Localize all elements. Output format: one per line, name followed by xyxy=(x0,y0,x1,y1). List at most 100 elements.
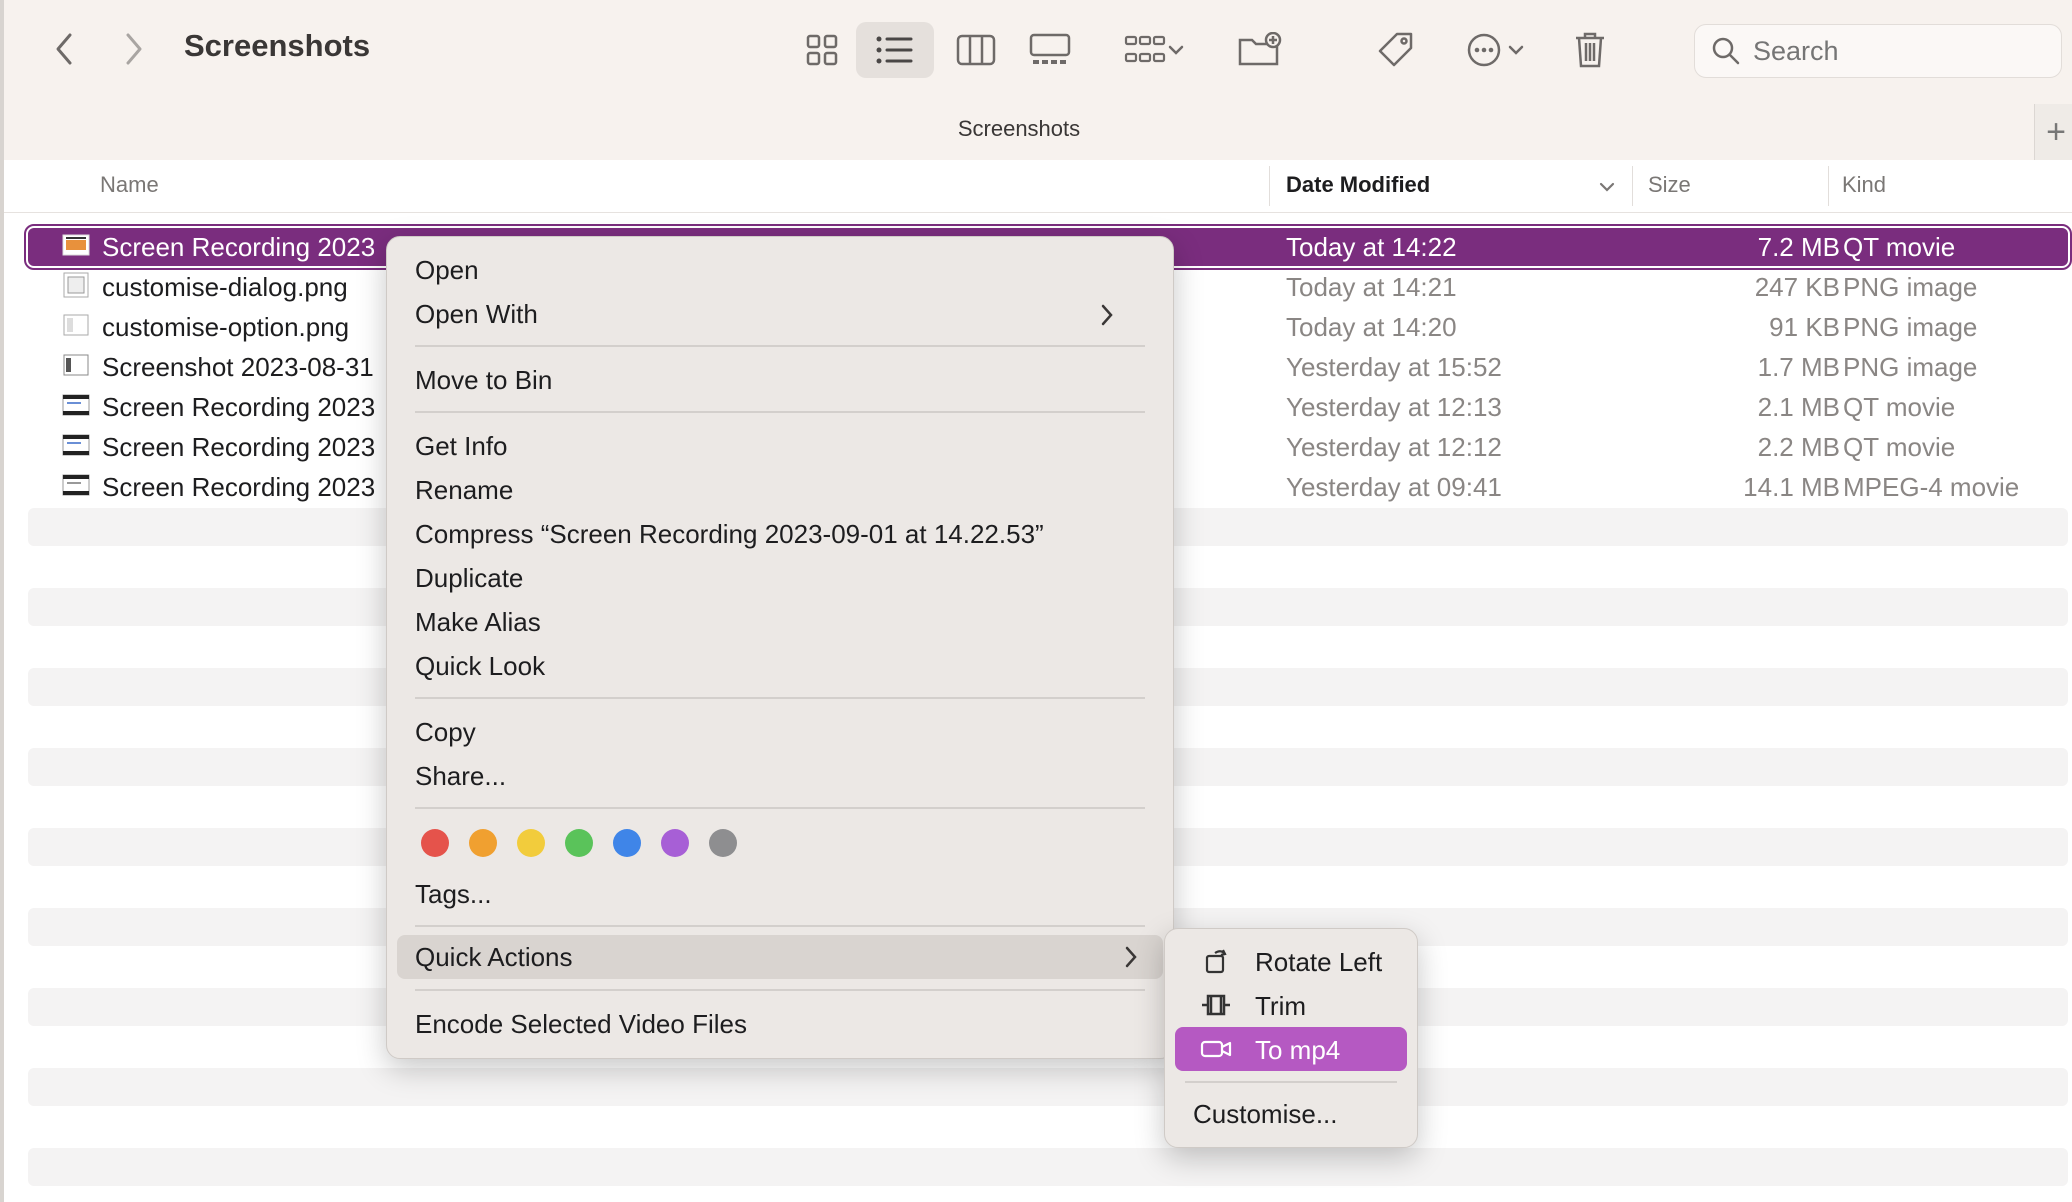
chevron-down-icon xyxy=(1508,45,1524,55)
search-field[interactable] xyxy=(1694,24,2062,78)
new-folder-icon xyxy=(1238,32,1282,66)
menu-separator xyxy=(415,989,1145,991)
tag-yellow-dot[interactable] xyxy=(517,829,545,857)
menu-item-duplicate[interactable]: Duplicate xyxy=(415,563,523,594)
empty-row xyxy=(28,1068,2068,1106)
chevron-right-icon xyxy=(1101,304,1113,326)
tag-purple-dot[interactable] xyxy=(661,829,689,857)
column-divider[interactable] xyxy=(1632,166,1633,206)
trim-icon xyxy=(1202,994,1230,1016)
group-grid-icon xyxy=(1124,35,1166,63)
menu-item-copy[interactable]: Copy xyxy=(415,717,476,748)
menu-item-customise[interactable]: Customise... xyxy=(1165,1091,1419,1135)
image-file-icon xyxy=(63,314,89,336)
file-name: Screen Recording 2023 xyxy=(102,472,376,502)
menu-item-label: Rotate Left xyxy=(1255,947,1383,977)
menu-item-open[interactable]: Open xyxy=(415,255,479,286)
menu-item-quick-look[interactable]: Quick Look xyxy=(415,651,545,682)
ellipsis-circle-icon xyxy=(1467,33,1501,67)
menu-item-open-with[interactable]: Open With xyxy=(415,299,1145,330)
file-size: 14.1 MB xyxy=(1743,472,1840,502)
file-date: Yesterday at 15:52 xyxy=(1286,352,1502,382)
file-size: 2.1 MB xyxy=(1757,392,1840,422)
file-date: Today at 14:22 xyxy=(1286,232,1457,262)
menu-item-compress[interactable]: Compress “Screen Recording 2023-09-01 at… xyxy=(415,519,1044,550)
new-tab-button[interactable]: + xyxy=(2034,104,2072,160)
back-button[interactable] xyxy=(44,26,84,72)
file-name: customise-option.png xyxy=(102,312,350,342)
action-menu-button[interactable] xyxy=(1454,24,1536,76)
gallery-view-button[interactable] xyxy=(1022,24,1078,76)
list-icon xyxy=(876,36,913,64)
video-file-icon xyxy=(62,234,90,256)
window-title: Screenshots xyxy=(184,28,371,63)
menu-item-rename[interactable]: Rename xyxy=(415,475,513,506)
trash-icon xyxy=(1576,32,1604,68)
file-name: Screenshot 2023-08-31 xyxy=(102,352,374,382)
video-file-icon xyxy=(62,474,90,496)
tag-icon xyxy=(1378,32,1413,67)
file-kind: QT movie xyxy=(1843,232,1956,262)
gallery-icon xyxy=(1029,33,1071,64)
file-size: 7.2 MB xyxy=(1757,232,1840,262)
file-date: Yesterday at 09:41 xyxy=(1286,472,1502,502)
column-view-button[interactable] xyxy=(948,24,1004,76)
file-kind: PNG image xyxy=(1843,352,1978,382)
menu-item-label: Quick Actions xyxy=(415,942,573,972)
column-date-modified[interactable]: Date Modified xyxy=(1286,172,1430,198)
column-divider[interactable] xyxy=(1828,166,1829,206)
column-divider[interactable] xyxy=(1269,166,1270,206)
search-input[interactable] xyxy=(1751,34,2055,68)
tag-button[interactable] xyxy=(1368,24,1424,76)
grid-icon xyxy=(806,34,838,66)
forward-button[interactable] xyxy=(114,26,154,72)
video-file-icon xyxy=(62,434,90,456)
menu-separator xyxy=(415,345,1145,347)
menu-item-rotate-left[interactable]: Rotate Left xyxy=(1165,939,1419,983)
menu-item-get-info[interactable]: Get Info xyxy=(415,431,508,462)
list-view-button[interactable] xyxy=(856,22,934,78)
menu-separator xyxy=(415,925,1145,927)
columns-icon xyxy=(956,34,996,66)
column-size[interactable]: Size xyxy=(1648,172,1691,198)
file-date: Today at 14:20 xyxy=(1286,312,1457,342)
tag-blue-dot[interactable] xyxy=(613,829,641,857)
file-name: customise-dialog.png xyxy=(102,272,348,302)
menu-item-trim[interactable]: Trim xyxy=(1165,983,1419,1027)
menu-separator xyxy=(1185,1081,1397,1083)
new-folder-button[interactable] xyxy=(1230,24,1290,76)
search-icon xyxy=(1712,37,1740,65)
file-size: 1.7 MB xyxy=(1757,352,1840,382)
image-file-icon xyxy=(63,354,89,376)
icon-view-button[interactable] xyxy=(794,24,850,76)
file-size: 91 KB xyxy=(1769,312,1840,342)
menu-item-quick-actions[interactable]: Quick Actions xyxy=(397,935,1163,979)
tag-red-dot[interactable] xyxy=(421,829,449,857)
sort-chevron-down-icon xyxy=(1599,182,1615,192)
menu-item-make-alias[interactable]: Make Alias xyxy=(415,607,541,638)
file-date: Yesterday at 12:13 xyxy=(1286,392,1502,422)
finder-window: Screenshots Search Screenshots + Name Da… xyxy=(0,0,2072,1202)
file-size: 247 KB xyxy=(1754,272,1840,302)
tag-green-dot[interactable] xyxy=(565,829,593,857)
group-button[interactable] xyxy=(1112,24,1196,76)
menu-item-label: To mp4 xyxy=(1255,1035,1341,1065)
tag-grey-dot[interactable] xyxy=(709,829,737,857)
file-name: Screen Recording 2023 xyxy=(102,432,376,462)
delete-button[interactable] xyxy=(1564,24,1616,76)
tag-orange-dot[interactable] xyxy=(469,829,497,857)
column-name[interactable]: Name xyxy=(100,172,159,198)
menu-item-encode[interactable]: Encode Selected Video Files xyxy=(415,1009,747,1040)
file-kind: PNG image xyxy=(1843,272,1978,302)
menu-item-to-mp4[interactable]: To mp4 xyxy=(1175,1027,1407,1071)
video-camera-icon xyxy=(1200,1040,1232,1058)
menu-item-label: Customise... xyxy=(1193,1099,1338,1129)
menu-item-move-to-bin[interactable]: Move to Bin xyxy=(415,365,552,396)
column-kind[interactable]: Kind xyxy=(1842,172,1886,198)
file-name: Screen Recording 2023 xyxy=(102,392,376,422)
image-file-icon xyxy=(63,272,89,298)
menu-item-label: Open With xyxy=(415,299,538,329)
menu-item-tags[interactable]: Tags... xyxy=(415,879,492,910)
rotate-left-icon xyxy=(1205,949,1227,974)
menu-item-share[interactable]: Share... xyxy=(415,761,506,792)
